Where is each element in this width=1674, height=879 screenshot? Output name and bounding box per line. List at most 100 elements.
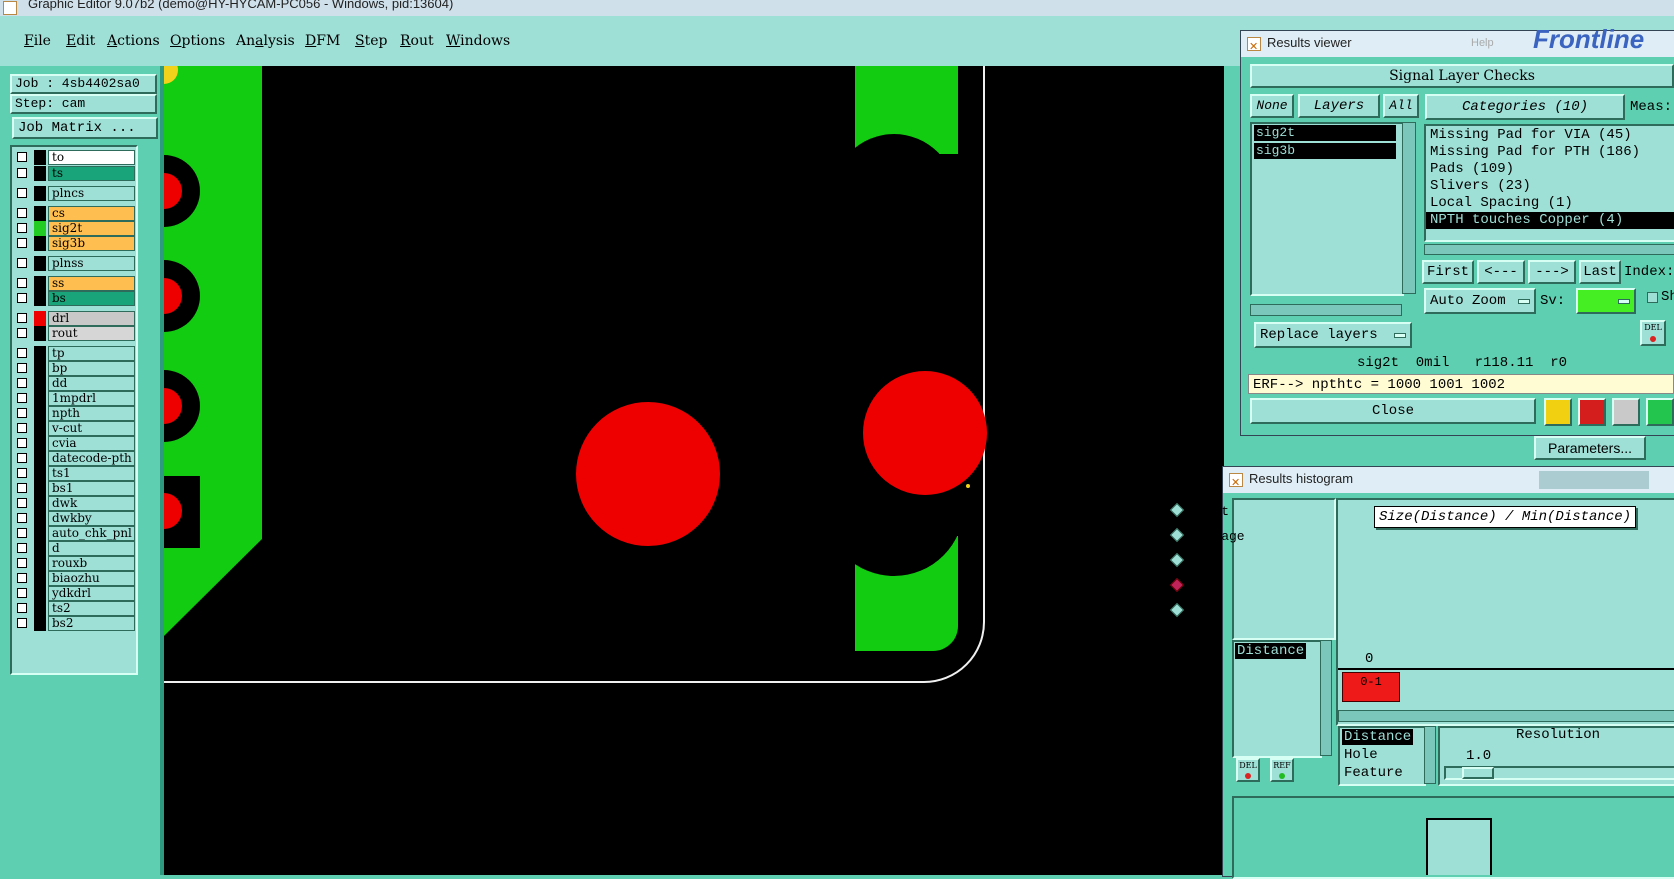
layer-row[interactable]: rouxb	[14, 556, 135, 571]
layer-name[interactable]: rout	[48, 326, 135, 341]
layer-color-swatch[interactable]	[34, 586, 46, 601]
layer-row[interactable]: ydkdrl	[14, 586, 135, 601]
delete-result-button[interactable]: DEL	[1640, 320, 1666, 346]
layer-row[interactable]: cvia	[14, 436, 135, 451]
layer-name[interactable]: ss	[48, 276, 135, 291]
layer-name[interactable]: cs	[48, 206, 135, 221]
layer-color-swatch[interactable]	[34, 276, 46, 291]
sh-checkbox[interactable]	[1647, 292, 1658, 303]
layer-checkbox[interactable]	[17, 293, 27, 303]
layer-checkbox[interactable]	[17, 393, 27, 403]
layer-color-swatch[interactable]	[34, 326, 46, 341]
layer-checkbox[interactable]	[17, 528, 27, 538]
layer-checkbox[interactable]	[17, 258, 27, 268]
parameters-button[interactable]: Parameters...	[1534, 436, 1646, 460]
layer-name[interactable]: d	[48, 541, 135, 556]
layer-name[interactable]: plncs	[48, 186, 135, 201]
mode-item-feature[interactable]: Feature	[1344, 765, 1403, 781]
layer-row[interactable]: datecode-pth	[14, 451, 135, 466]
menu-item[interactable]: Rout	[400, 33, 434, 49]
layer-color-swatch[interactable]	[34, 601, 46, 616]
layer-color-swatch[interactable]	[34, 511, 46, 526]
menu-item[interactable]: Windows	[446, 33, 510, 49]
layer-row[interactable]: ts2	[14, 601, 135, 616]
menu-item[interactable]: Options	[170, 33, 225, 49]
layer-color-swatch[interactable]	[34, 526, 46, 541]
layer-checkbox[interactable]	[17, 348, 27, 358]
layer-checkbox[interactable]	[17, 208, 27, 218]
layer-row[interactable]: plncs	[14, 186, 135, 201]
histogram-hscroll[interactable]	[1338, 710, 1674, 722]
radio-diamond-icon[interactable]	[1169, 527, 1185, 543]
layer-color-swatch[interactable]	[34, 346, 46, 361]
layer-checkbox[interactable]	[17, 513, 27, 523]
layer-row[interactable]: auto_chk_pnl	[14, 526, 135, 541]
radio-diamond-icon[interactable]	[1169, 552, 1185, 568]
layer-name[interactable]: ydkdrl	[48, 586, 135, 601]
graphics-canvas[interactable]	[164, 66, 1224, 875]
layer-row[interactable]: dwk	[14, 496, 135, 511]
layer-name[interactable]: dwk	[48, 496, 135, 511]
help-label[interactable]: Help	[1471, 31, 1494, 55]
layer-row[interactable]: dd	[14, 376, 135, 391]
layer-name[interactable]: tp	[48, 346, 135, 361]
layer-row[interactable]: bs	[14, 291, 135, 306]
category-item[interactable]: Slivers (23)	[1426, 178, 1674, 195]
menu-item[interactable]: Actions	[107, 33, 160, 49]
layer-focus-icon[interactable]	[1578, 398, 1606, 426]
layer-color-swatch[interactable]	[34, 496, 46, 511]
layers-none-button[interactable]: None	[1250, 94, 1294, 118]
histogram-del-button[interactable]: DEL	[1236, 758, 1260, 782]
layer-list-hscroll[interactable]	[1250, 304, 1402, 316]
layer-color-swatch[interactable]	[34, 376, 46, 391]
last-button[interactable]: Last	[1579, 260, 1621, 284]
layer-name[interactable]: auto_chk_pnl	[48, 526, 135, 541]
layer-color-swatch[interactable]	[34, 481, 46, 496]
layer-list-vscroll[interactable]	[1402, 122, 1416, 294]
mode-item-distance[interactable]: Distance	[1342, 729, 1414, 745]
layer-name[interactable]: bs1	[48, 481, 135, 496]
layer-checkbox[interactable]	[17, 363, 27, 373]
menu-item[interactable]: Edit	[66, 33, 95, 49]
layer-checkbox[interactable]	[17, 558, 27, 568]
layer-checkbox[interactable]	[17, 378, 27, 388]
layer-color-swatch[interactable]	[34, 541, 46, 556]
categories-hscroll[interactable]	[1424, 244, 1674, 255]
layer-name[interactable]: ts2	[48, 601, 135, 616]
ref-clear-icon[interactable]	[1612, 398, 1640, 426]
category-item[interactable]: Local Spacing (1)	[1426, 195, 1674, 212]
layer-name[interactable]: cvia	[48, 436, 135, 451]
layer-color-swatch[interactable]	[34, 421, 46, 436]
layer-name[interactable]: drl	[48, 311, 135, 326]
histogram-titlebar[interactable]: Results histogram	[1223, 467, 1674, 495]
layer-checkbox[interactable]	[17, 152, 27, 162]
layers-label-button[interactable]: Layers	[1298, 94, 1380, 118]
categories-header[interactable]: Categories (10)	[1425, 94, 1625, 120]
layer-row[interactable]: bs1	[14, 481, 135, 496]
layer-checkbox[interactable]	[17, 188, 27, 198]
menu-item[interactable]: File	[24, 33, 51, 49]
layer-name[interactable]: bs2	[48, 616, 135, 631]
histogram-bar[interactable]: 0-1	[1342, 672, 1400, 702]
layer-name[interactable]: v-cut	[48, 421, 135, 436]
layer-checkbox[interactable]	[17, 498, 27, 508]
layer-result-item[interactable]: sig3b	[1254, 143, 1396, 159]
radio-diamond-icon[interactable]	[1169, 602, 1185, 618]
layer-checkbox[interactable]	[17, 423, 27, 433]
layer-color-swatch[interactable]	[34, 436, 46, 451]
layer-color-swatch[interactable]	[34, 236, 46, 251]
layer-color-swatch[interactable]	[34, 466, 46, 481]
layer-color-swatch[interactable]	[34, 616, 46, 631]
layer-row[interactable]: v-cut	[14, 421, 135, 436]
layer-row[interactable]: npth	[14, 406, 135, 421]
layer-checkbox[interactable]	[17, 438, 27, 448]
layer-color-swatch[interactable]	[34, 361, 46, 376]
layer-checkbox[interactable]	[17, 618, 27, 628]
layer-row[interactable]: ts1	[14, 466, 135, 481]
menu-item[interactable]: Analysis	[236, 33, 295, 49]
layer-checkbox[interactable]	[17, 483, 27, 493]
layer-checkbox[interactable]	[17, 603, 27, 613]
layer-name[interactable]: ts	[48, 166, 135, 181]
layer-color-swatch[interactable]	[34, 556, 46, 571]
highlight-icon[interactable]	[1544, 398, 1572, 426]
